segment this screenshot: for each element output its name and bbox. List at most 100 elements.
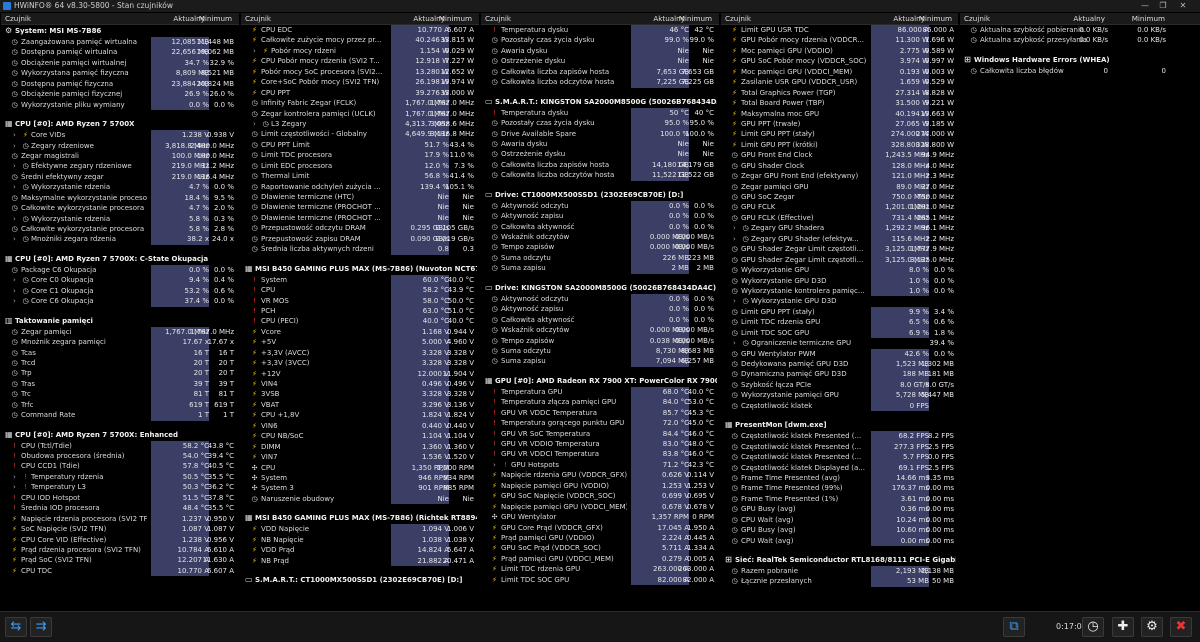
sensor-row[interactable]: ◷ Szybkość łącza PCIe 8.0 GT/s 8.0 GT/s (721, 379, 958, 391)
expand-chevron-icon[interactable]: › (733, 234, 736, 244)
header-minimum[interactable]: Minimum (919, 13, 952, 25)
sensor-row[interactable]: ◷ Infinity Fabric Zegar (FCLK) 1,767.0 MHz… (241, 98, 479, 109)
sensor-row[interactable]: ◷ Raportowanie odchyleń zużycia ... 139.4 … (241, 181, 479, 193)
sensor-row[interactable]: ⚡ Napięcie pamięci GPU (VDDIO) 1.253 V 1.25… (481, 480, 719, 492)
sensor-row[interactable]: ◷ Command Rate 1 T1 T (1, 410, 239, 421)
header-current[interactable]: Aktualny (1073, 13, 1105, 25)
sensor-row[interactable]: ◷ Awaria dysku Nie Nie (481, 138, 719, 150)
sensor-row[interactable]: ! CPU (PECI) 40.0 °C 40.0 °C (241, 316, 479, 327)
sensor-row[interactable]: › ◷ Ograniczenie termiczne GPU 39.4 % (721, 338, 958, 348)
sensor-row[interactable]: ◷ Zegar GPU Front End (efektywny) 121.0 MH… (721, 171, 958, 182)
header-sensor[interactable]: Czujnik (964, 13, 990, 25)
sensor-row[interactable]: ⚡ Prąd pamięci GPU (VDDCI_MEM) 0.279 A 0.00… (481, 553, 719, 565)
sensor-row[interactable]: ◷ Maksymalne wykorzystanie procesora 18.4 … (1, 192, 239, 204)
sensor-row[interactable]: ◷ Całkowita liczba zapisów hosta 14,180 GB… (481, 159, 719, 171)
sensor-row[interactable]: ⚡ Limit TDC rdzenia GPU 263.000 A 263.000 A (481, 564, 719, 575)
sensor-row[interactable]: ⚡ Limit TDC SOC GPU 82.000 A 82.000 A (481, 574, 719, 586)
expand-chevron-icon[interactable]: › (13, 296, 16, 306)
header-minimum[interactable]: Minimum (199, 13, 232, 25)
sensor-row[interactable]: ◷ Zegar kontrolera pamięci (UCLK) 1,767.0 … (241, 108, 479, 119)
sensor-row[interactable]: ◷ GPU FCLK 1,201.0 MHz 1,201.0 MHz (721, 202, 958, 213)
sensor-row[interactable]: ◷ GPU SoC Zegar 750.0 MHz 750.0 MHz (721, 192, 958, 203)
sensor-row[interactable]: ◷ Naruszenie obudowy Nie Nie (241, 493, 479, 505)
sensor-row[interactable]: ⚡ CPU +1,8V 1.824 V 1.824 V (241, 410, 479, 421)
header-minimum[interactable]: Minimum (1132, 13, 1165, 25)
sensor-row[interactable]: ◷ Aktywność zapisu 0.0 % 0.0 % (481, 211, 719, 222)
header-sensor[interactable]: Czujnik (5, 13, 31, 25)
sensor-row[interactable]: ◷ Aktualna szybkość przesyłania 0.0 KB/s 0.… (960, 35, 1200, 45)
sensor-row[interactable]: ◷ Tcas 16 T 16 T (1, 347, 239, 358)
expand-chevron-icon[interactable]: › (13, 161, 16, 171)
sensor-row[interactable]: ◷ Limit GPU PPT (stały) 9.9 % 3.4 % (721, 306, 958, 318)
sensor-row[interactable]: ◷ Przepustowość odczytu DRAM 0.295 GB/s 0.1… (241, 223, 479, 234)
sensor-group-header[interactable]: ▭ Drive: KINGSTON SA2000M8500G (50026B768… (481, 282, 719, 294)
sensor-row[interactable]: ! PCH 63.0 °C 51.0 °C (241, 305, 479, 317)
sensor-row[interactable]: ◷ Frame Time Presented (99%) 176.37 ms 0.00… (721, 483, 958, 494)
sensor-row[interactable]: ⚡ VBAT 3.296 V 3.136 V (241, 399, 479, 411)
sensor-row[interactable]: ◷ Limit EDC procesora 12.0 % 7.3 % (241, 160, 479, 172)
sensor-row[interactable]: ⚡ Total Graphics Power (TGP) 27.314 W 8.828… (721, 87, 958, 99)
nav-back-icon[interactable]: ⇆ (5, 617, 27, 637)
expand-chevron-icon[interactable]: › (13, 182, 16, 192)
sensor-row[interactable]: ! VR MOS 58.0 °C 50.0 °C (241, 295, 479, 306)
sensor-row[interactable]: ◷ Frame Time Presented (1%) 3.61 ms 0.00 ms (721, 493, 958, 505)
sensor-row[interactable]: ⚡ Total Board Power (TBP) 31.500 W 9.221 W (721, 98, 958, 109)
expand-chevron-icon[interactable]: › (253, 46, 256, 56)
header-minimum[interactable]: Minimum (439, 13, 472, 25)
sensor-row[interactable]: ⚡ SoC Napięcie (SVI2 TFN) 1.087 V 1.087 V (1, 524, 239, 535)
column-header[interactable]: Czujnik Aktualny Minimum (481, 13, 719, 25)
sensor-row[interactable]: ⚡ NB Napięcie 1.038 V 1.038 V (241, 534, 479, 546)
sensor-row[interactable]: ◷ Średni efektywny zegar 219.0 MHz 116.4 MH… (1, 171, 239, 183)
sensor-row[interactable]: › ⚡ Core VIDs 1.238 V 0.938 V (1, 130, 239, 141)
sensor-row[interactable]: ◷ Dedykowana pamięć GPU D3D 1,523 MB 1,302 … (721, 359, 958, 370)
sensor-row[interactable]: ! Temperatura GPU 68.0 °C 40.0 °C (481, 386, 719, 398)
nav-forward-icon[interactable]: ⇉ (30, 617, 52, 637)
sensor-group-header[interactable]: ▦ PresentMon [dwm.exe] (721, 419, 958, 431)
sensor-row[interactable]: ⚡ GPU SoC Napięcie (VDDCR_SOC) 0.699 V 0.69… (481, 491, 719, 502)
expand-chevron-icon[interactable]: › (13, 130, 16, 140)
sensor-row[interactable]: ⚡ GPU Core Prąd (VDDCR_GFX) 17.045 A 1.950 … (481, 522, 719, 533)
expand-chevron-icon[interactable]: › (493, 460, 496, 470)
expand-chevron-icon[interactable]: › (253, 119, 256, 129)
sensor-group-header[interactable]: ▦ CPU [#0]: AMD Ryzen 7 5700X (1, 118, 239, 130)
sensor-row[interactable]: ⚡ Prąd rdzenia procesora (SVI2 TFN) 10.784… (1, 544, 239, 556)
sensor-row[interactable]: › ◷ Core C1 Okupacja 53.2 % 0.6 % (1, 285, 239, 297)
sensor-row[interactable]: ◷ Całkowite wykorzystanie procesora 5.8 % 2… (1, 224, 239, 235)
sensor-row[interactable]: ◷ CPU Wait (avg) 0.00 ms 0.00 ms (721, 535, 958, 547)
header-sensor[interactable]: Czujnik (245, 13, 271, 25)
sensor-row[interactable]: ◷ GPU Shader Zegar Limit częstotli... 3,12… (721, 244, 958, 255)
settings-icon[interactable]: ⚙ (1141, 617, 1163, 637)
expand-chevron-icon[interactable]: › (13, 275, 16, 285)
sensor-group-header[interactable]: ▦ CPU [#0]: AMD Ryzen 7 5700X: Enhanced (1, 429, 239, 441)
sensor-row[interactable]: ◷ Limit TDC procesora 17.9 % 11.0 % (241, 150, 479, 161)
sensor-row[interactable]: ◷ Obciążenie pamięci wirtualnej 34.7 % 32.9… (1, 57, 239, 69)
sensor-row[interactable]: ! GPU VR VDDCI Temperatura 83.8 °C 46.0 °C (481, 449, 719, 460)
sensor-row[interactable]: ◷ Drive Available Spare 100.0 % 100.0 % (481, 128, 719, 139)
sensor-row[interactable]: ⚡ Zasilanie USR GPU (VDDCR_USR) 1.659 W 0.5… (721, 77, 958, 88)
sensor-row[interactable]: › ◷ Mnożniki zegara rdzenia 38.2 x 24.0 x (1, 234, 239, 245)
sensor-row[interactable]: ◷ Dostępna pamięć wirtualna 22,656 MB 19,06… (1, 47, 239, 58)
sensor-group-header[interactable]: ▭ S.M.A.R.T.: KINGSTON SA2000M8500G (5002… (481, 96, 719, 108)
sensor-row[interactable]: ⚡ Napięcie rdzenia GPU (VDDCR_GFX) 0.626 V… (481, 470, 719, 481)
sensor-row[interactable]: ◷ Limit częstotliwości - Globalny 4,649.9 … (241, 129, 479, 140)
sensor-row[interactable]: ⚡ 3VSB 3.328 V 3.328 V (241, 389, 479, 400)
sensor-row[interactable]: ⚡ CPU Pobór mocy rdzenia (SVI2 T... 12.918… (241, 56, 479, 67)
sensor-row[interactable]: › ◷ Zegary GPU Shadera 1,292.2 MHz 96.1 MHz (721, 223, 958, 234)
expand-chevron-icon[interactable]: › (733, 223, 736, 233)
sensor-row[interactable]: ◷ Częstotliwość klatek 0 FPS (721, 400, 958, 412)
sensor-row[interactable]: ›! Temperatury L3 50.3 °C 36.2 °C (1, 482, 239, 493)
sensor-row[interactable]: ◷ Mnożnik zegara pamięci 17.67 x 17.67 x (1, 337, 239, 348)
sensor-row[interactable]: ›! GPU Hotspots 71.2 °C 42.3 °C (481, 459, 719, 471)
sensor-row[interactable]: ! CPU 58.2 °C 43.9 °C (241, 285, 479, 296)
sensor-row[interactable]: ◷ Całkowita aktywność 0.0 % 0.0 % (481, 314, 719, 326)
sensor-row[interactable]: ⚡ Całkowite zużycie mocy przez pr... 40.24… (241, 35, 479, 46)
column-header[interactable]: Czujnik Aktualny Minimum (1, 13, 239, 25)
sensor-row[interactable]: ⚡ Limit GPU PPT (krótki) 328.800 W 328.800 … (721, 139, 958, 151)
sensor-row[interactable]: ◷ Trp 20 T 20 T (1, 368, 239, 379)
sensor-row[interactable]: › ⚡ Pobór mocy rdzeni 1.154 W 0.029 W (241, 45, 479, 57)
sensor-row[interactable]: ⚡ VIN4 0.496 V 0.496 V (241, 379, 479, 390)
sensor-row[interactable]: ✣ GPU Wentylator 1,357 RPM 0 RPM (481, 512, 719, 523)
add-report-icon[interactable]: ✚ (1112, 617, 1134, 637)
sensor-row[interactable]: ◷ Tras 39 T 39 T (1, 378, 239, 390)
sensor-row[interactable]: ⚡ Limit GPU USR TDC 86.000 A 86.000 A (721, 25, 958, 36)
